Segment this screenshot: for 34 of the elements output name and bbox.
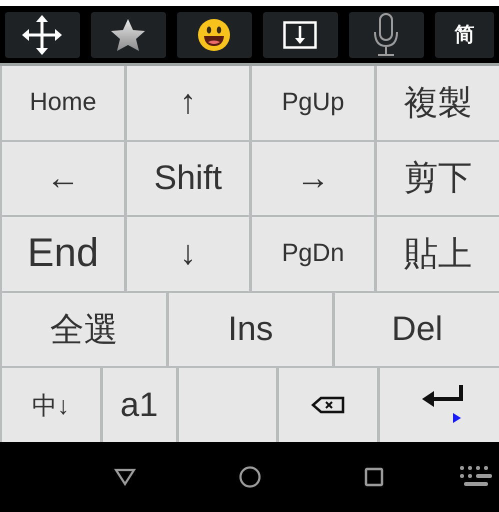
back-icon[interactable]: [114, 468, 136, 486]
key[interactable]: Del: [335, 292, 499, 366]
key[interactable]: Home: [2, 66, 124, 140]
panel-button[interactable]: [262, 12, 338, 58]
key[interactable]: 中↓: [2, 368, 100, 442]
key[interactable]: ↑: [127, 66, 249, 140]
key[interactable]: PgDn: [252, 217, 374, 291]
smiley-icon: [197, 18, 232, 52]
key[interactable]: [279, 368, 377, 442]
move-button[interactable]: [5, 12, 80, 58]
move-icon: [20, 12, 64, 56]
star-icon: [110, 18, 146, 52]
key[interactable]: 貼上: [377, 217, 499, 291]
key[interactable]: PgUp: [252, 66, 374, 140]
key[interactable]: 全選: [2, 292, 166, 366]
download-box-icon: [283, 20, 318, 48]
star-button[interactable]: [90, 12, 166, 58]
key[interactable]: →: [252, 142, 374, 216]
key[interactable]: ←: [2, 142, 124, 216]
key[interactable]: 複製: [377, 66, 499, 140]
key[interactable]: a1: [102, 368, 176, 442]
backspace-icon: [311, 396, 346, 414]
mic-button[interactable]: [348, 12, 424, 58]
home-icon[interactable]: [239, 466, 261, 488]
key[interactable]: 剪下: [377, 142, 499, 216]
key[interactable]: Ins: [168, 292, 332, 366]
keyboard-icon[interactable]: [459, 465, 493, 489]
recents-icon[interactable]: [364, 467, 384, 487]
key[interactable]: ↓: [127, 217, 249, 291]
key[interactable]: Shift: [127, 142, 249, 216]
key[interactable]: [380, 368, 499, 442]
emoji-button[interactable]: [176, 12, 252, 58]
key[interactable]: End: [2, 217, 124, 291]
language-button[interactable]: 简: [434, 12, 494, 58]
